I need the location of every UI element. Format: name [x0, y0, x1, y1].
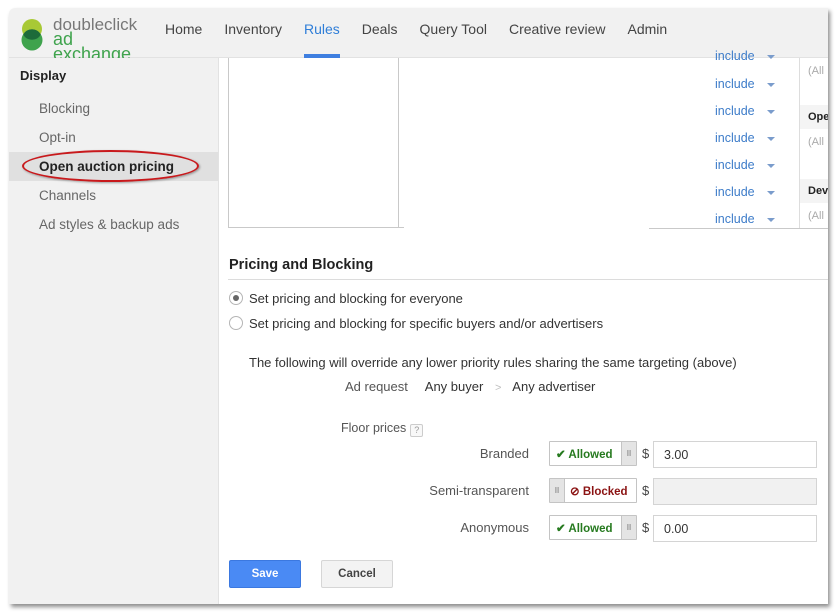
semi-transparent-price-input[interactable] — [653, 478, 817, 505]
state-label: Allowed — [568, 449, 613, 461]
nav-rules[interactable]: Rules — [293, 8, 351, 58]
toggle-state: ⊘ Blocked — [570, 484, 628, 498]
toggle-state: ✔ Allowed — [556, 447, 613, 461]
sidebar-item-opt-in[interactable]: Opt-in — [9, 123, 218, 152]
ad-request-label: Ad request — [345, 379, 408, 394]
drag-grip-icon[interactable]: II — [621, 516, 636, 539]
include-label: include — [715, 212, 755, 226]
row-label: Anonymous — [460, 520, 529, 535]
chevron-down-icon — [766, 190, 775, 195]
logo[interactable]: doubleclick ad exchange — [21, 15, 151, 63]
section-divider — [228, 279, 828, 280]
price-row-branded: Branded ✔ Allowed II $ — [309, 441, 828, 468]
section-title: Pricing and Blocking — [229, 257, 374, 273]
radio-label: Set pricing and blocking for specific bu… — [249, 316, 604, 331]
top-navigation-bar: doubleclick ad exchange Home Inventory R… — [9, 8, 828, 63]
targeting-summary-column: (All Ope (All Dev (All — [799, 58, 828, 228]
include-label: include — [715, 104, 755, 118]
price-row-anonymous: Anonymous ✔ Allowed II $ — [309, 515, 828, 542]
sidebar-title: Display — [20, 68, 67, 83]
currency-symbol: $ — [642, 483, 650, 498]
help-icon[interactable]: ? — [410, 424, 424, 437]
currency-symbol: $ — [642, 520, 650, 535]
allowed-toggle[interactable]: ✔ Allowed II — [549, 441, 637, 466]
radio-specific-buyers[interactable]: Set pricing and blocking for specific bu… — [229, 316, 603, 331]
include-label: include — [715, 131, 755, 145]
save-button[interactable]: Save — [229, 560, 301, 588]
include-dropdown[interactable]: include — [715, 158, 775, 172]
checkmark-icon: ✔ — [556, 523, 566, 535]
chevron-down-icon — [766, 82, 775, 87]
floor-prices-text: Floor prices — [341, 421, 407, 435]
radio-button[interactable] — [229, 316, 243, 330]
drag-grip-icon[interactable]: II — [621, 442, 636, 465]
row-label: Semi-transparent — [429, 483, 529, 498]
checkmark-icon: ✔ — [556, 449, 566, 461]
chevron-down-icon — [766, 136, 775, 141]
radio-button-checked[interactable] — [229, 291, 243, 305]
allowed-toggle[interactable]: ✔ Allowed II — [549, 515, 637, 540]
chevron-right-icon: > — [494, 382, 502, 394]
include-dropdown[interactable]: include — [715, 49, 775, 63]
row-label: Branded — [479, 446, 529, 461]
drag-grip-icon[interactable]: II — [550, 479, 565, 502]
nav-creative-review[interactable]: Creative review — [498, 8, 616, 57]
summary-value: (All — [808, 65, 824, 77]
include-dropdown[interactable]: include — [715, 77, 775, 91]
nav-home[interactable]: Home — [154, 8, 213, 57]
nav-inventory[interactable]: Inventory — [213, 8, 293, 57]
price-row-semi-transparent: Semi-transparent II ⊘ Blocked $ — [309, 478, 828, 505]
logo-text: doubleclick ad exchange — [53, 16, 151, 63]
include-dropdown[interactable]: include — [715, 212, 775, 226]
chevron-down-icon — [766, 109, 775, 114]
include-dropdown[interactable]: include — [715, 104, 775, 118]
anonymous-price-input[interactable] — [653, 515, 817, 542]
nav-query-tool[interactable]: Query Tool — [409, 8, 498, 57]
summary-header: Ope — [800, 105, 828, 129]
floor-prices-label: Floor prices? — [341, 421, 424, 437]
summary-value: (All — [808, 136, 824, 148]
include-label: include — [715, 185, 755, 199]
targeting-middle-panel — [404, 58, 649, 228]
targeting-breadcrumb: Ad request Any buyer > Any advertiser — [345, 379, 595, 394]
state-label: Blocked — [582, 486, 628, 498]
doubleclick-logo-icon — [21, 19, 43, 51]
sidebar-item-ad-styles[interactable]: Ad styles & backup ads — [9, 210, 218, 239]
include-dropdown[interactable]: include — [715, 131, 775, 145]
blocked-toggle[interactable]: II ⊘ Blocked — [549, 478, 637, 503]
override-note: The following will override any lower pr… — [249, 355, 737, 370]
summary-value: (All — [808, 210, 824, 222]
branded-price-input[interactable] — [653, 441, 817, 468]
include-label: include — [715, 77, 755, 91]
chevron-down-icon — [766, 217, 775, 222]
radio-label: Set pricing and blocking for everyone — [249, 291, 463, 306]
advertiser-value: Any advertiser — [512, 379, 596, 394]
state-label: Allowed — [568, 523, 613, 535]
annotation-highlight-ellipse — [22, 150, 199, 182]
buyer-value: Any buyer — [424, 379, 484, 394]
cancel-button[interactable]: Cancel — [321, 560, 393, 588]
radio-everyone[interactable]: Set pricing and blocking for everyone — [229, 291, 463, 306]
targeting-list-box[interactable] — [228, 58, 399, 228]
sidebar: Display Blocking Opt-in Open auction pri… — [9, 58, 219, 604]
blocked-icon: ⊘ — [570, 486, 580, 498]
summary-header: Dev — [800, 179, 828, 203]
nav-deals[interactable]: Deals — [351, 8, 409, 57]
chevron-down-icon — [766, 163, 775, 168]
app-window: doubleclick ad exchange Home Inventory R… — [9, 8, 828, 604]
chevron-down-icon — [766, 54, 775, 59]
include-dropdown[interactable]: include — [715, 185, 775, 199]
toggle-state: ✔ Allowed — [556, 521, 613, 535]
currency-symbol: $ — [642, 446, 650, 461]
main-nav: Home Inventory Rules Deals Query Tool Cr… — [154, 8, 678, 58]
targeting-include-column: include include include include include … — [649, 49, 828, 229]
include-label: include — [715, 49, 755, 63]
include-label: include — [715, 158, 755, 172]
nav-admin[interactable]: Admin — [616, 8, 678, 57]
sidebar-item-channels[interactable]: Channels — [9, 181, 218, 210]
sidebar-item-blocking[interactable]: Blocking — [9, 94, 218, 123]
